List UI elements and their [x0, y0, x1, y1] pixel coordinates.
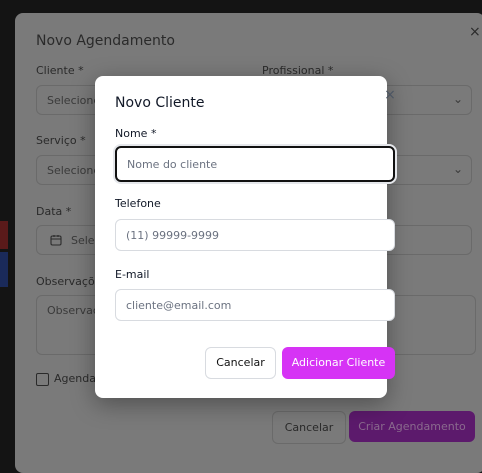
appointment-dialog-title: Novo Agendamento: [36, 33, 175, 49]
nome-label: Nome *: [115, 127, 157, 140]
recurring-checkbox-label: Agenda: [54, 372, 96, 385]
bg-strip-blue: [0, 252, 8, 287]
bg-strip-red: [0, 221, 8, 249]
nome-input[interactable]: [115, 146, 395, 182]
appointment-close-icon[interactable]: ×: [469, 24, 481, 40]
cancel-button[interactable]: Cancelar: [205, 347, 276, 379]
add-client-button[interactable]: Adicionar Cliente: [282, 347, 395, 379]
servico-label: Serviço *: [36, 134, 86, 147]
chevron-down-icon: ⌄: [452, 92, 463, 106]
modal-title: Novo Cliente: [115, 95, 205, 111]
cliente-select-value: Selecione: [47, 94, 101, 107]
chevron-down-icon: ⌄: [452, 162, 463, 176]
email-label: E-mail: [115, 268, 150, 281]
email-input[interactable]: [115, 289, 395, 321]
telefone-label: Telefone: [115, 197, 161, 210]
date-value: Sele: [71, 234, 95, 247]
calendar-icon: [50, 235, 62, 246]
observacoes-label: Observaçõ: [36, 275, 95, 288]
recurring-checkbox[interactable]: [36, 373, 49, 386]
create-appointment-button[interactable]: Criar Agendamento: [349, 411, 475, 442]
appointment-cancel-button[interactable]: Cancelar: [272, 411, 346, 444]
close-icon[interactable]: ×: [382, 87, 398, 103]
telefone-input[interactable]: [115, 219, 395, 251]
data-label: Data *: [36, 205, 72, 218]
cliente-label: Cliente *: [36, 64, 84, 77]
new-client-modal: Novo Cliente × Nome * Telefone E-mail Ca…: [95, 76, 396, 398]
servico-select-value: Selecione: [47, 164, 101, 177]
